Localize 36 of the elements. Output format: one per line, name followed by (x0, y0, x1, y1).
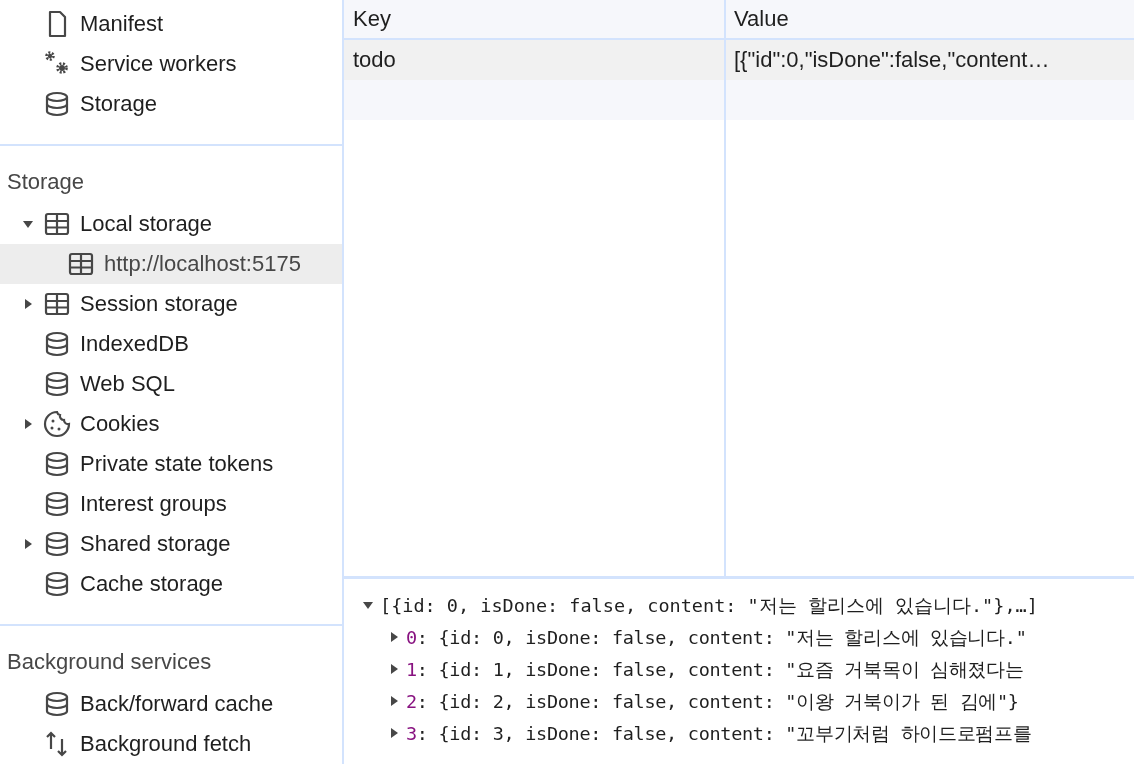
sidebar-item[interactable]: Service workers (0, 44, 342, 84)
sidebar-item[interactable]: Private state tokens (0, 444, 342, 484)
cookie-icon (42, 409, 72, 439)
sidebar-item[interactable]: Background fetch (0, 724, 342, 764)
sidebar-item[interactable]: Local storage (0, 204, 342, 244)
collapsed-arrow-icon[interactable] (22, 418, 34, 430)
sidebar-item[interactable]: Shared storage (0, 524, 342, 564)
sidebar-item[interactable]: http://localhost:5175 (0, 244, 342, 284)
collapsed-arrow-icon[interactable] (388, 631, 400, 643)
sidebar-item[interactable]: Interest groups (0, 484, 342, 524)
object-entry[interactable]: 0: {id: 0, isDone: false, content: "저는 할리스에 있습니다." (406, 624, 1027, 650)
sidebar-item[interactable]: Cache storage (0, 564, 342, 604)
object-summary: [{id: 0, isDone: false, content: "저는 할리스에 있습니다."},…] (380, 593, 1038, 618)
collapsed-arrow-icon[interactable] (388, 663, 400, 675)
sidebar-item[interactable]: IndexedDB (0, 324, 342, 364)
sidebar-item[interactable]: Web SQL (0, 364, 342, 404)
object-entry[interactable]: 3: {id: 3, isDone: false, content: "꼬부기처럼 하이드로펌프를 (406, 720, 1032, 746)
table-cell[interactable]: todo (344, 40, 725, 80)
expanded-arrow-icon[interactable] (22, 218, 34, 230)
collapsed-arrow-icon[interactable] (22, 538, 34, 550)
sidebar-item[interactable]: Session storage (0, 284, 342, 324)
object-entry[interactable]: 2: {id: 2, isDone: false, content: "이왕 거북이가 된 김에"} (406, 688, 1019, 714)
collapsed-arrow-icon[interactable] (388, 695, 400, 707)
sidebar-item[interactable]: Manifest (0, 4, 342, 44)
section-title: Storage (6, 168, 86, 196)
expanded-arrow-icon[interactable] (362, 599, 374, 611)
collapsed-arrow-icon[interactable] (388, 727, 400, 739)
object-entry[interactable]: 1: {id: 1, isDone: false, content: "요즘 거북목이 심해졌다는 (406, 656, 1024, 682)
sidebar-item[interactable]: Cookies (0, 404, 342, 444)
column-header[interactable]: Value (725, 0, 1134, 40)
sidebar-item[interactable]: Storage (0, 84, 342, 124)
column-header[interactable]: Key (344, 0, 725, 40)
table-cell[interactable]: [{"id":0,"isDone":false,"content… (725, 40, 1134, 80)
section-title: Background services (6, 648, 213, 676)
sidebar-item[interactable]: Back/forward cache (0, 684, 342, 724)
collapsed-arrow-icon[interactable] (22, 298, 34, 310)
